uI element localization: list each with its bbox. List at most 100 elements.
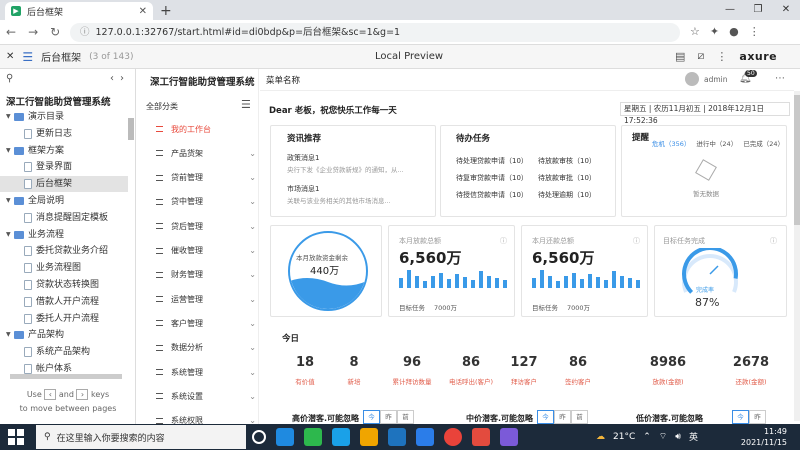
task-item[interactable]: 待放款审批（10）: [538, 173, 596, 183]
pages-hscroll[interactable]: [10, 374, 122, 379]
ime-indicator[interactable]: 英: [689, 430, 698, 443]
page-item[interactable]: 委托贷款业务介绍: [0, 243, 128, 259]
page-nav-arrows[interactable]: ‹›: [110, 73, 130, 84]
main-scrollbar[interactable]: [794, 91, 800, 421]
menu-item[interactable]: 运营管理 ⌄: [156, 292, 256, 306]
loan-label: 本月放款总额: [399, 237, 441, 245]
weather-icon[interactable]: ☁: [596, 432, 605, 442]
taskbar-clock[interactable]: 11:49 2021/11/15: [735, 426, 787, 448]
info-item-title[interactable]: 市场消息1: [287, 184, 319, 194]
page-item[interactable]: 系统产品架构: [0, 344, 128, 360]
menu-item[interactable]: 催收管理 ⌄: [156, 244, 256, 258]
menu-item[interactable]: 贷后管理 ⌄: [156, 219, 256, 233]
page-item[interactable]: 更新日志: [0, 126, 128, 142]
profile-icon[interactable]: ●: [729, 25, 739, 38]
inspect-icon[interactable]: ⧄: [697, 49, 704, 63]
page-item[interactable]: ▼ 产品架构: [0, 327, 128, 343]
app-x-icon[interactable]: [388, 428, 406, 446]
page-item[interactable]: 贷款状态转换图: [0, 277, 128, 293]
more-icon[interactable]: ⋯: [775, 73, 785, 84]
app-purple-icon[interactable]: [500, 428, 518, 446]
page-item[interactable]: ▼ 框架方案: [0, 143, 128, 159]
task-item[interactable]: 待处理贷款申请（10）: [456, 156, 528, 166]
share-icon[interactable]: ⋮: [716, 50, 727, 63]
menu-item[interactable]: 客户管理 ⌄: [156, 316, 256, 330]
search-icon[interactable]: ⚲: [6, 73, 13, 84]
page-item[interactable]: ▼ 业务流程: [0, 227, 128, 243]
page-item[interactable]: 业务流程图: [0, 260, 128, 276]
menu-item[interactable]: 产品货架 ⌄: [156, 146, 256, 160]
seg-yesterday[interactable]: 昨: [380, 410, 397, 424]
info-item-title[interactable]: 政策消息1: [287, 153, 319, 163]
menu-item[interactable]: 系统设置 ⌄: [156, 389, 256, 403]
task-item[interactable]: 待处理逾期（10）: [538, 190, 596, 200]
tray-arrow-icon[interactable]: ⌃: [643, 432, 651, 442]
qq-icon[interactable]: [332, 428, 350, 446]
chrome-icon[interactable]: [444, 428, 462, 446]
info-icon[interactable]: ⓘ: [500, 236, 507, 246]
file-explorer-icon[interactable]: [360, 428, 378, 446]
forward-icon[interactable]: →: [28, 25, 38, 39]
new-tab-icon[interactable]: +: [160, 3, 172, 19]
page-item[interactable]: 消息提醒固定模板: [0, 210, 128, 226]
task-item[interactable]: 待放款审核（10）: [538, 156, 596, 166]
wifi-icon[interactable]: ⌔: [659, 431, 667, 442]
collapse-menu-icon[interactable]: ☰: [241, 98, 251, 111]
star-icon[interactable]: ☆: [690, 25, 700, 38]
menu-item[interactable]: 系统管理 ⌄: [156, 365, 256, 379]
info-icon[interactable]: ⓘ: [80, 27, 90, 38]
seg-before[interactable]: 前: [571, 410, 588, 424]
task-item[interactable]: 待复审贷款申请（10）: [456, 173, 528, 183]
seg-today[interactable]: 今: [732, 410, 749, 424]
notes-icon[interactable]: ▤: [675, 50, 685, 63]
user-name[interactable]: admin: [704, 75, 728, 84]
avatar[interactable]: [685, 72, 699, 86]
page-item[interactable]: 借款人开户流程: [0, 294, 128, 310]
close-window-icon[interactable]: ✕: [772, 0, 800, 20]
volume-icon[interactable]: 🔊︎: [675, 432, 681, 442]
maximize-icon[interactable]: ❐: [744, 0, 772, 20]
reload-icon[interactable]: ↻: [50, 25, 60, 39]
page-item[interactable]: 登录界面: [0, 159, 128, 175]
key-right-icon: ›: [76, 389, 89, 400]
seg-yesterday[interactable]: 昨: [554, 410, 571, 424]
seg-before[interactable]: 前: [397, 410, 414, 424]
menu-item[interactable]: 我的工作台: [156, 122, 256, 136]
tab-done[interactable]: 已完成（24）: [743, 138, 784, 148]
taskbar-search[interactable]: ⚲ 在这里输入你要搜索的内容: [36, 425, 246, 449]
windows-start-icon[interactable]: [8, 429, 24, 445]
menu-item[interactable]: 数据分析 ⌄: [156, 341, 256, 355]
info-icon[interactable]: ⓘ: [770, 236, 777, 246]
task-item[interactable]: 待授信贷款申请（10）: [456, 190, 528, 200]
page-item[interactable]: ▼ 全局说明: [0, 193, 128, 209]
page-item[interactable]: 委托人开户流程: [0, 311, 128, 327]
feishu-icon[interactable]: [416, 428, 434, 446]
edge-icon[interactable]: [276, 428, 294, 446]
wechat-icon[interactable]: [304, 428, 322, 446]
sitemap-icon[interactable]: ☰: [22, 50, 33, 64]
url-input[interactable]: ⓘ 127.0.0.1:32767/start.html#id=di0bdp&p=…: [70, 23, 680, 42]
close-tab-icon[interactable]: ✕: [139, 6, 147, 17]
menu-item[interactable]: 贷中管理 ⌄: [156, 195, 256, 209]
browser-tab[interactable]: ▶ 后台框架 ✕: [5, 2, 153, 20]
menu-dots-icon[interactable]: ⋮: [749, 25, 760, 38]
tab-in-progress[interactable]: 进行中（24）: [696, 138, 737, 148]
seg-today[interactable]: 今: [363, 410, 380, 424]
info-icon[interactable]: ⓘ: [633, 236, 640, 246]
page-item[interactable]: 后台框架: [0, 176, 128, 193]
back-icon[interactable]: ←: [6, 25, 16, 39]
extensions-icon[interactable]: ✦: [710, 25, 719, 38]
menu-item[interactable]: 财务管理 ⌄: [156, 268, 256, 282]
task-view-icon[interactable]: [252, 430, 266, 444]
seg-today[interactable]: 今: [537, 410, 554, 424]
seg-yesterday[interactable]: 昨: [749, 410, 766, 424]
menu-item[interactable]: 贷前管理 ⌄: [156, 171, 256, 185]
menu-item-label: 贷后管理: [171, 221, 203, 231]
tab-crisis[interactable]: 危机（356）: [652, 138, 690, 148]
page-item[interactable]: ▼ 演示目录: [0, 109, 128, 125]
pages-scrollbar[interactable]: [128, 118, 134, 140]
weather-temp[interactable]: 21°C: [613, 432, 635, 442]
app-v-icon[interactable]: [472, 428, 490, 446]
close-panel-icon[interactable]: ✕: [6, 51, 14, 62]
minimize-icon[interactable]: —: [716, 0, 744, 20]
